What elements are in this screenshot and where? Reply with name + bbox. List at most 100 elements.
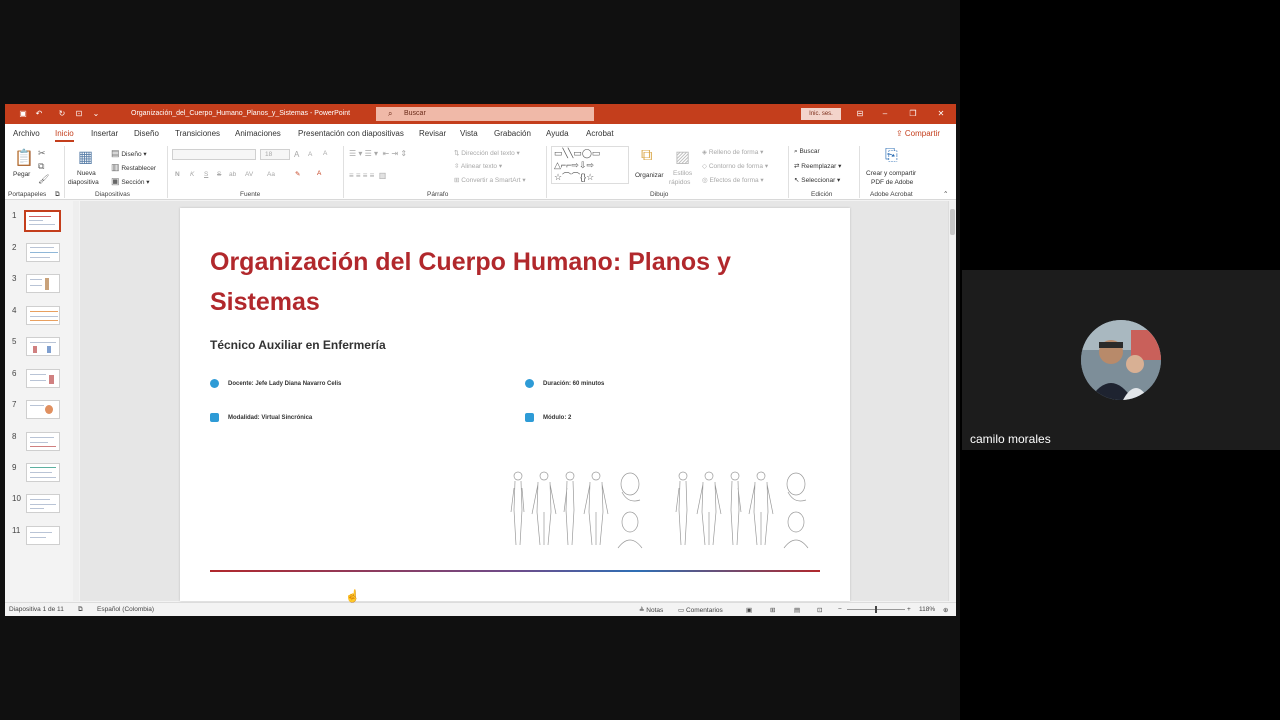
- share-button[interactable]: ⇪ Compartir: [892, 127, 944, 140]
- pdf-icon[interactable]: ⎘: [885, 147, 898, 165]
- tab-archivo[interactable]: Archivo: [13, 129, 40, 138]
- char-spacing-button[interactable]: AV: [245, 171, 253, 178]
- tab-diseno[interactable]: Diseño: [134, 129, 159, 138]
- thumbnail-slide-9[interactable]: [26, 463, 60, 482]
- font-name-box[interactable]: [172, 149, 256, 160]
- align-text-button[interactable]: ⇳ Alinear texto ▾: [454, 162, 502, 170]
- shrink-font-icon[interactable]: A: [308, 151, 312, 158]
- change-case-button[interactable]: Aa: [267, 171, 275, 178]
- select-button[interactable]: ↖ Seleccionar ▾: [794, 176, 840, 184]
- new-slide-icon[interactable]: ▦: [78, 147, 93, 167]
- customize-qa-icon[interactable]: ⌄: [90, 108, 102, 120]
- redo-icon[interactable]: ↻: [56, 108, 68, 120]
- shapes-gallery[interactable]: ▭╲╲▭◯▭ △⌐⌐⇨⇩⇨ ☆⌒⌒{}☆: [551, 146, 629, 184]
- paste-icon[interactable]: 📋: [14, 148, 34, 168]
- thumbnail-slide-1[interactable]: [24, 210, 61, 232]
- strikethrough-button[interactable]: S: [217, 171, 221, 178]
- slide-title[interactable]: Organización del Cuerpo Humano: Planos y…: [210, 242, 810, 322]
- accessibility-icon[interactable]: ⧉: [78, 606, 83, 614]
- slide[interactable]: Organización del Cuerpo Humano: Planos y…: [180, 208, 850, 601]
- replace-button[interactable]: ⇄ Reemplazar ▾: [794, 162, 841, 170]
- create-pdf-label-1[interactable]: Crear y compartir: [866, 170, 916, 177]
- create-pdf-label-2[interactable]: PDF de Adobe: [871, 179, 913, 186]
- reading-view-icon[interactable]: ▤: [794, 606, 800, 614]
- font-size-box[interactable]: 18: [260, 149, 290, 160]
- new-slide-label-2[interactable]: diapositiva: [68, 179, 99, 186]
- grow-font-icon[interactable]: A: [294, 150, 299, 159]
- thumbnail-slide-10[interactable]: [26, 494, 60, 513]
- search-box[interactable]: ⌕ Buscar: [376, 107, 594, 121]
- shape-effects-button[interactable]: ◎ Efectos de forma ▾: [702, 176, 764, 184]
- zoom-out-icon[interactable]: −: [838, 606, 842, 613]
- section-button[interactable]: ▣ Sección ▾: [111, 176, 150, 187]
- comments-button[interactable]: ▭ Comentarios: [678, 606, 723, 614]
- save-icon[interactable]: ▣: [17, 108, 29, 120]
- tab-transiciones[interactable]: Transiciones: [175, 129, 220, 138]
- tab-insertar[interactable]: Insertar: [91, 129, 118, 138]
- tab-animaciones[interactable]: Animaciones: [235, 129, 281, 138]
- signin-button[interactable]: Inic. ses.: [801, 108, 841, 120]
- thumbnail-slide-11[interactable]: [26, 526, 60, 545]
- thumbnail-slide-2[interactable]: [26, 243, 60, 262]
- font-color-icon[interactable]: A: [317, 170, 321, 177]
- zoom-level[interactable]: 118%: [919, 606, 935, 613]
- tab-presentacion[interactable]: Presentación con diapositivas: [298, 129, 404, 138]
- paste-label[interactable]: Pegar: [13, 171, 30, 178]
- smartart-button[interactable]: ⊞ Convertir a SmartArt ▾: [454, 176, 526, 184]
- vertical-scrollbar[interactable]: [948, 201, 956, 601]
- bold-button[interactable]: N: [175, 171, 180, 178]
- thumbnail-slide-8[interactable]: [26, 432, 60, 451]
- thumbnail-slide-3[interactable]: [26, 274, 60, 293]
- tab-ayuda[interactable]: Ayuda: [546, 129, 569, 138]
- thumbnail-scrollbar[interactable]: [73, 201, 79, 601]
- thumbnail-slide-6[interactable]: [26, 369, 60, 388]
- shape-fill-button[interactable]: ◈ Relleno de forma ▾: [702, 148, 763, 156]
- shadow-button[interactable]: ab: [229, 171, 236, 178]
- close-button[interactable]: ✕: [934, 107, 948, 121]
- quick-styles-label-2[interactable]: rápidos: [669, 179, 690, 186]
- arrange-label[interactable]: Organizar: [635, 172, 664, 179]
- shape-outline-button[interactable]: ◇ Contorno de forma ▾: [702, 162, 768, 170]
- language-status[interactable]: Español (Colombia): [97, 606, 154, 613]
- thumbnail-slide-5[interactable]: [26, 337, 60, 356]
- italic-button[interactable]: K: [190, 171, 194, 178]
- present-icon[interactable]: ⊡: [73, 108, 85, 120]
- tab-vista[interactable]: Vista: [460, 129, 478, 138]
- new-slide-label-1[interactable]: Nueva: [77, 170, 96, 177]
- tab-acrobat[interactable]: Acrobat: [586, 129, 614, 138]
- maximize-button[interactable]: ❐: [906, 107, 920, 121]
- ribbon-display-icon[interactable]: ⊟: [853, 107, 867, 121]
- reset-button[interactable]: ▥ Restablecer: [111, 162, 156, 173]
- normal-view-icon[interactable]: ▣: [746, 606, 752, 614]
- notes-button[interactable]: ≜ Notas: [639, 606, 663, 614]
- tab-grabacion[interactable]: Grabación: [494, 129, 531, 138]
- slide-sorter-icon[interactable]: ⊞: [770, 606, 775, 614]
- undo-icon[interactable]: ↶: [33, 108, 45, 120]
- layout-button[interactable]: ▤ Diseño ▾: [111, 148, 147, 159]
- underline-button[interactable]: S: [204, 171, 208, 178]
- align-icons[interactable]: ≡ ≡ ≡ ≡ ▥: [349, 171, 386, 180]
- quick-styles-label-1[interactable]: Estilos: [673, 170, 692, 177]
- slide-subtitle[interactable]: Técnico Auxiliar en Enfermería: [210, 338, 386, 352]
- highlight-icon[interactable]: ✎: [295, 170, 300, 178]
- scrollbar-thumb[interactable]: [950, 209, 955, 235]
- clear-format-icon[interactable]: A: [323, 150, 327, 157]
- bullets-icon[interactable]: ☰ ▾ ☰ ▾ ⇤ ⇥ ⇕: [349, 149, 407, 158]
- cut-icon[interactable]: ✂: [38, 148, 46, 159]
- thumbnail-slide-7[interactable]: [26, 400, 60, 419]
- thumbnail-slide-4[interactable]: [26, 306, 60, 325]
- arrange-icon[interactable]: ⧉: [641, 147, 652, 165]
- format-painter-icon[interactable]: 🖌: [38, 174, 49, 185]
- copy-icon[interactable]: ⧉: [38, 161, 44, 172]
- minimize-button[interactable]: –: [878, 107, 892, 121]
- collapse-ribbon-icon[interactable]: ⌃: [943, 190, 948, 198]
- quick-styles-icon[interactable]: ▨: [675, 147, 690, 167]
- text-direction-button[interactable]: ⇅ Dirección del texto ▾: [454, 149, 520, 157]
- participant-tile[interactable]: camilo morales: [962, 270, 1280, 450]
- tab-revisar[interactable]: Revisar: [419, 129, 446, 138]
- zoom-in-icon[interactable]: +: [907, 606, 911, 613]
- slideshow-icon[interactable]: ⊡: [817, 606, 822, 614]
- find-button[interactable]: ⌕ Buscar: [794, 148, 820, 156]
- zoom-slider-thumb[interactable]: [875, 606, 877, 613]
- fit-slide-icon[interactable]: ⊕: [943, 606, 948, 614]
